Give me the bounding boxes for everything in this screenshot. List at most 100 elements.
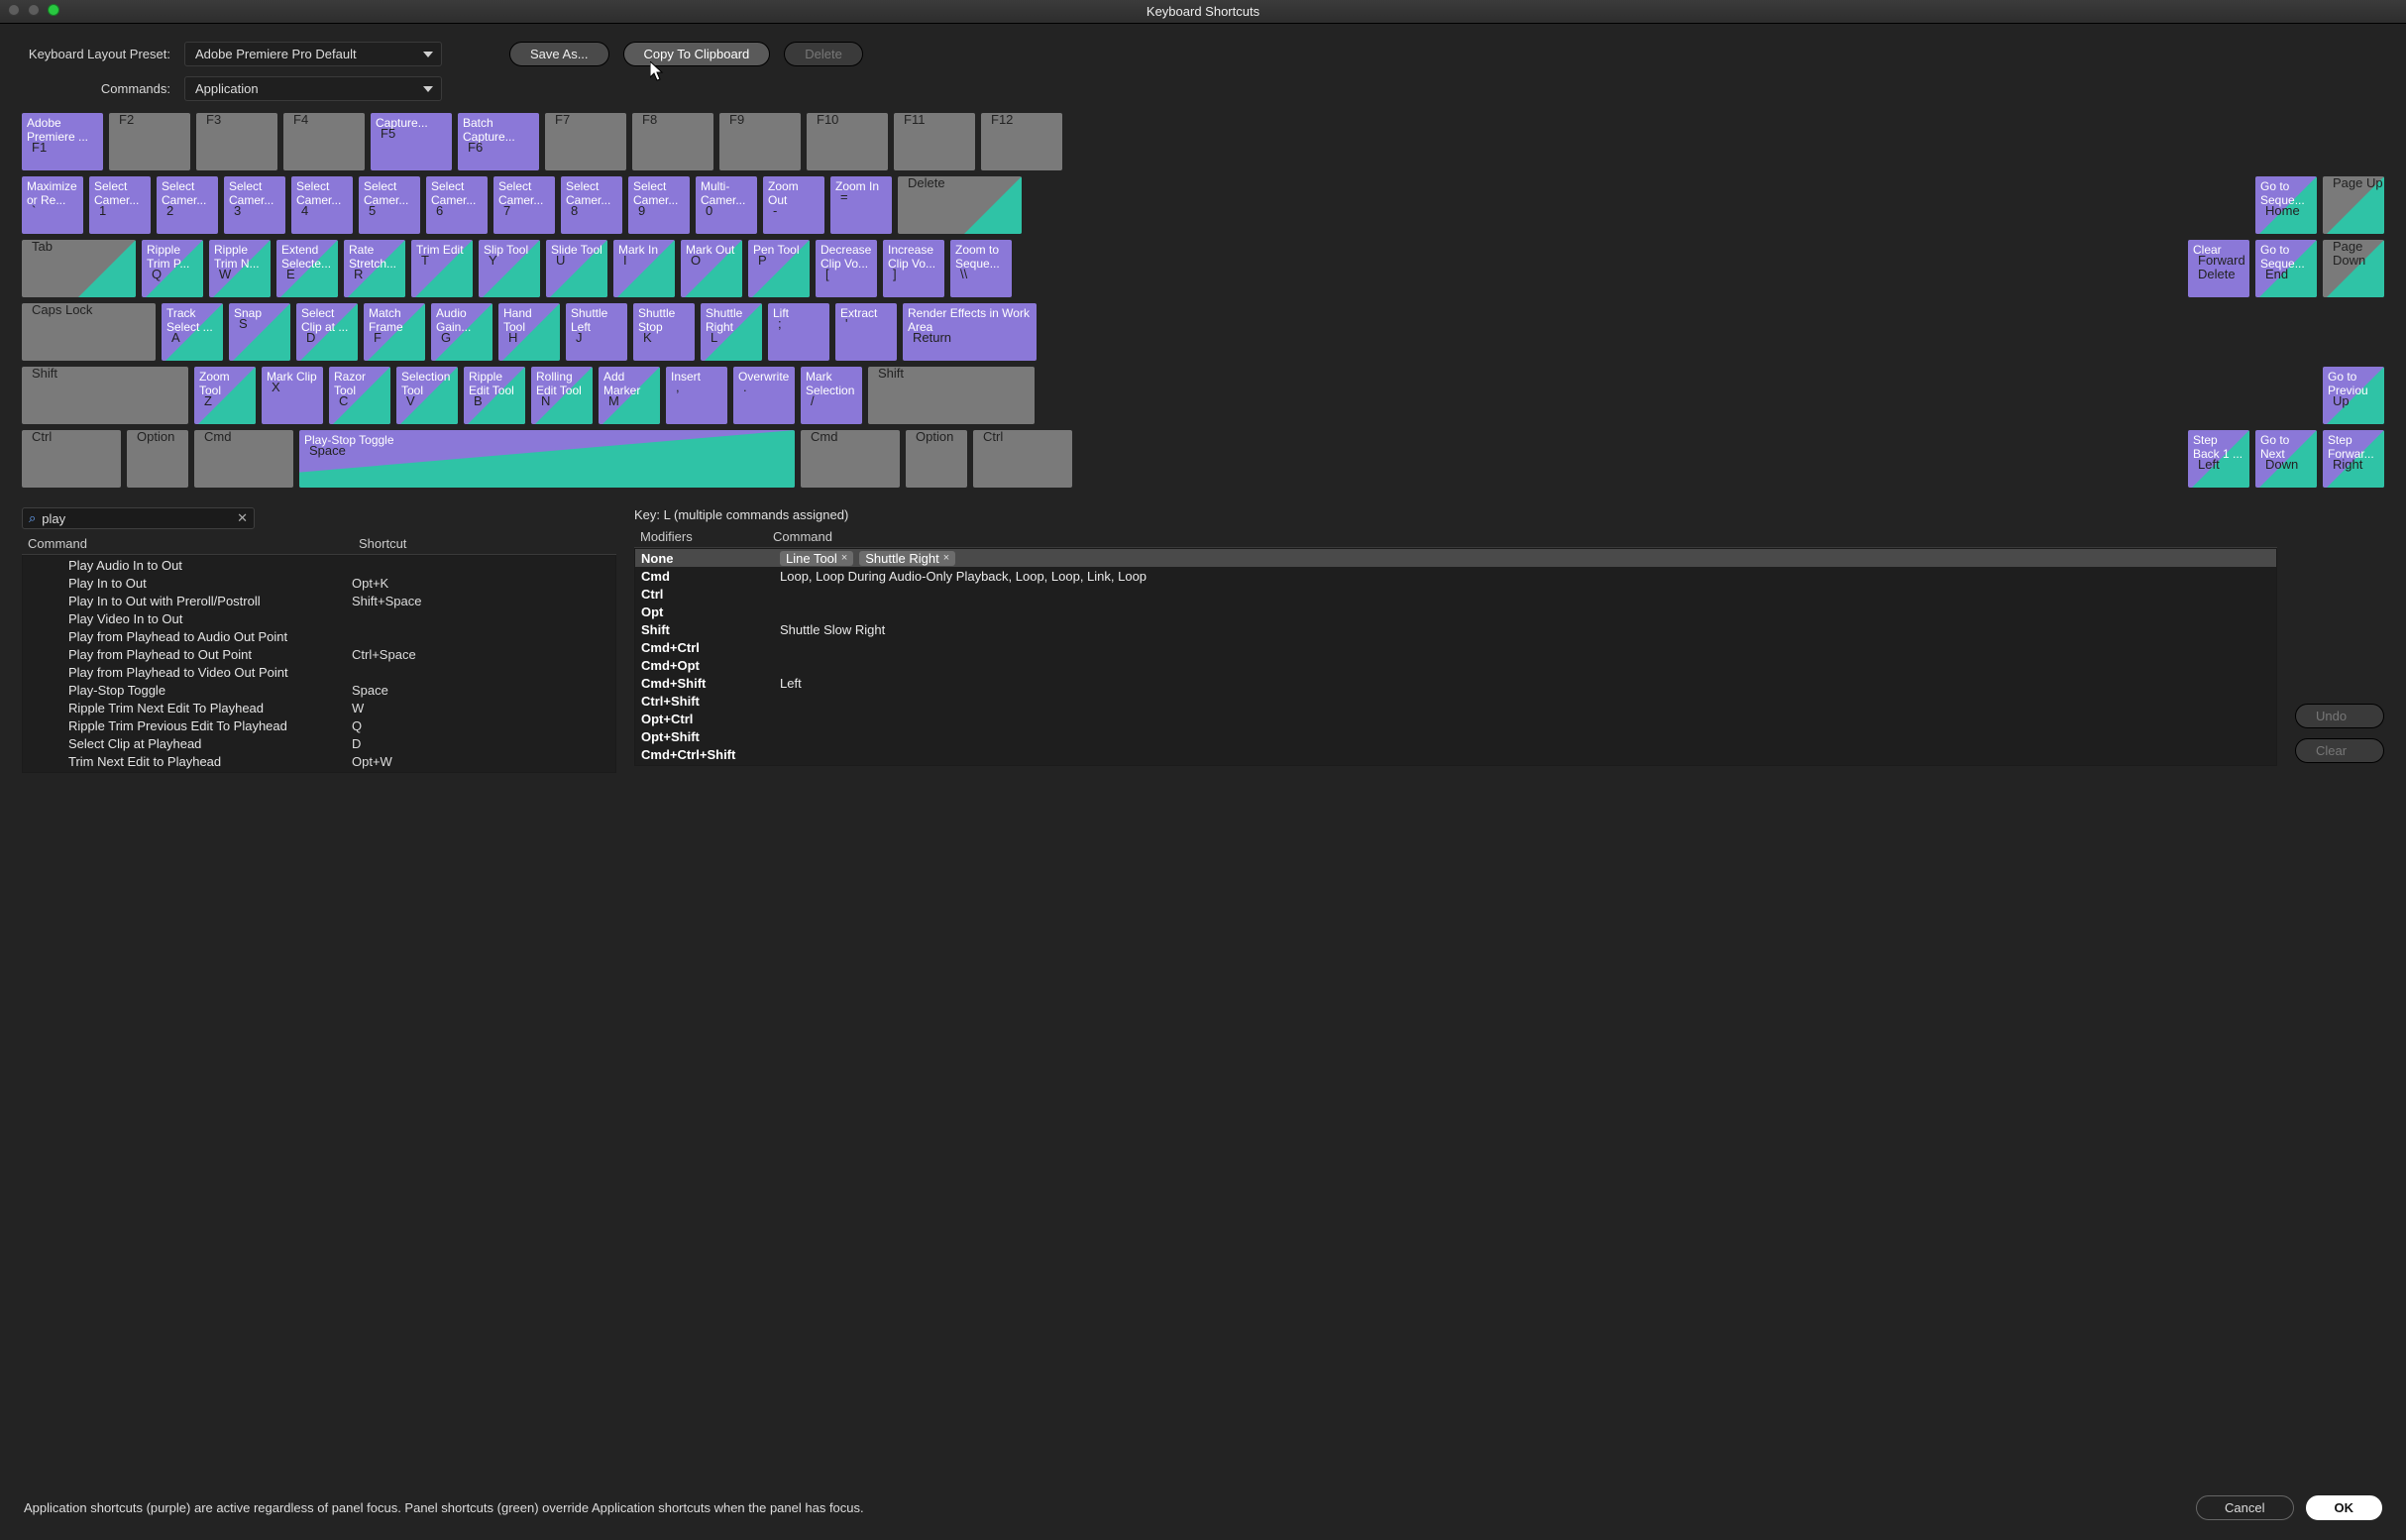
key--[interactable]: Increase Clip Vo...] [883, 240, 944, 297]
key-7[interactable]: Select Camer...7 [493, 176, 555, 234]
key-space[interactable]: Play-Stop ToggleSpace [299, 430, 795, 488]
key-z[interactable]: Zoom ToolZ [194, 367, 256, 424]
key-[interactable]: ClearForward Delete [2188, 240, 2249, 297]
key-cmd[interactable]: Cmd [194, 430, 293, 488]
key-shift[interactable]: Shift [22, 367, 188, 424]
command-row[interactable]: Ripple Trim Previous Edit To PlayheadQ [23, 716, 615, 734]
key-t[interactable]: Trim EditT [411, 240, 473, 297]
modifier-row[interactable]: Cmd+Opt [635, 656, 2276, 674]
key-b[interactable]: Ripple Edit ToolB [464, 367, 525, 424]
copy-clipboard-button[interactable]: Copy To Clipboard [623, 42, 771, 66]
key-5[interactable]: Select Camer...5 [359, 176, 420, 234]
preset-dropdown[interactable]: Adobe Premiere Pro Default [184, 42, 442, 66]
key-a[interactable]: Track Select ...A [162, 303, 223, 361]
key-y[interactable]: Slip ToolY [479, 240, 540, 297]
key-f2[interactable]: F2 [109, 113, 190, 170]
key-o[interactable]: Mark OutO [681, 240, 742, 297]
key--[interactable]: Zoom to Seque...\\ [950, 240, 1012, 297]
key-home[interactable]: Go to Seque...Home [2255, 176, 2317, 234]
key-down[interactable]: Go to NextDown [2255, 430, 2317, 488]
key-e[interactable]: Extend Selecte...E [276, 240, 338, 297]
key-f10[interactable]: F10 [807, 113, 888, 170]
close-icon[interactable] [8, 4, 20, 16]
key-2[interactable]: Select Camer...2 [157, 176, 218, 234]
minimize-icon[interactable] [28, 4, 40, 16]
key-tab[interactable]: Tab [22, 240, 136, 297]
key-p[interactable]: Pen ToolP [748, 240, 810, 297]
key-i[interactable]: Mark InI [613, 240, 675, 297]
key-g[interactable]: Audio Gain...G [431, 303, 492, 361]
key-f1[interactable]: Adobe Premiere ...F1 [22, 113, 103, 170]
key-n[interactable]: Rolling Edit ToolN [531, 367, 593, 424]
key-shift[interactable]: Shift [868, 367, 1035, 424]
modifier-row[interactable]: Opt [635, 603, 2276, 620]
modifier-row[interactable]: Opt+Shift [635, 727, 2276, 745]
key-d[interactable]: Select Clip at ...D [296, 303, 358, 361]
key-f4[interactable]: F4 [283, 113, 365, 170]
key-f9[interactable]: F9 [719, 113, 801, 170]
undo-button[interactable]: Undo [2295, 704, 2384, 728]
key-l[interactable]: Shuttle RightL [701, 303, 762, 361]
key-page-down[interactable]: Page Down [2323, 240, 2384, 297]
key-h[interactable]: Hand ToolH [498, 303, 560, 361]
key-page-up[interactable]: Page Up [2323, 176, 2384, 234]
key-6[interactable]: Select Camer...6 [426, 176, 488, 234]
command-row[interactable]: Play from Playhead to Video Out Point [23, 663, 615, 681]
key-r[interactable]: Rate Stretch...R [344, 240, 405, 297]
key-j[interactable]: Shuttle LeftJ [566, 303, 627, 361]
command-row[interactable]: Play-Stop ToggleSpace [23, 681, 615, 699]
modifier-row[interactable]: Cmd+ShiftLeft [635, 674, 2276, 692]
key-v[interactable]: Selection ToolV [396, 367, 458, 424]
command-row[interactable]: Play In to Out with Preroll/PostrollShif… [23, 592, 615, 609]
key-f6[interactable]: Batch Capture...F6 [458, 113, 539, 170]
key-ctrl[interactable]: Ctrl [22, 430, 121, 488]
key--[interactable]: Insert, [666, 367, 727, 424]
key--[interactable]: Zoom In= [830, 176, 892, 234]
key--[interactable]: Mark Selection/ [801, 367, 862, 424]
key-w[interactable]: Ripple Trim N...W [209, 240, 271, 297]
key--[interactable]: Zoom Out- [763, 176, 824, 234]
key-right[interactable]: Step Forwar...Right [2323, 430, 2384, 488]
key-3[interactable]: Select Camer...3 [224, 176, 285, 234]
search-input-wrap[interactable]: ⌕ ✕ [22, 507, 255, 529]
key-m[interactable]: Add MarkerM [599, 367, 660, 424]
key-1[interactable]: Select Camer...1 [89, 176, 151, 234]
key-9[interactable]: Select Camer...9 [628, 176, 690, 234]
key-option[interactable]: Option [127, 430, 188, 488]
command-row[interactable]: Ripple Trim Next Edit To PlayheadW [23, 699, 615, 716]
modifier-row[interactable]: CmdLoop, Loop During Audio-Only Playback… [635, 567, 2276, 585]
assignment-chip[interactable]: Line Tool× [780, 551, 853, 566]
key-end[interactable]: Go to Seque...End [2255, 240, 2317, 297]
key-f12[interactable]: F12 [981, 113, 1062, 170]
key-f[interactable]: Match FrameF [364, 303, 425, 361]
command-row[interactable]: Play Audio In to Out [23, 556, 615, 574]
command-row[interactable]: Play from Playhead to Audio Out Point [23, 627, 615, 645]
commands-dropdown[interactable]: Application [184, 76, 442, 101]
key-f7[interactable]: F7 [545, 113, 626, 170]
modifier-row[interactable]: Cmd+Ctrl [635, 638, 2276, 656]
remove-chip-icon[interactable]: × [841, 552, 847, 564]
search-input[interactable] [40, 510, 237, 527]
key-c[interactable]: Razor ToolC [329, 367, 390, 424]
key-f8[interactable]: F8 [632, 113, 713, 170]
key--[interactable]: Maximize or Re...` [22, 176, 83, 234]
clear-button[interactable]: Clear [2295, 738, 2384, 763]
key-0[interactable]: Multi-Camer...0 [696, 176, 757, 234]
key-q[interactable]: Ripple Trim P...Q [142, 240, 203, 297]
key-s[interactable]: SnapS [229, 303, 290, 361]
assignment-chip[interactable]: Shuttle Right× [859, 551, 955, 566]
key--[interactable]: Decrease Clip Vo...[ [816, 240, 877, 297]
key-x[interactable]: Mark ClipX [262, 367, 323, 424]
zoom-icon[interactable] [48, 4, 59, 16]
modifier-row[interactable]: ShiftShuttle Slow Right [635, 620, 2276, 638]
command-row[interactable]: Trim Next Edit to PlayheadOpt+W [23, 752, 615, 770]
key--[interactable]: Extract' [835, 303, 897, 361]
key-ctrl[interactable]: Ctrl [973, 430, 1072, 488]
save-as-button[interactable]: Save As... [509, 42, 609, 66]
key-8[interactable]: Select Camer...8 [561, 176, 622, 234]
modifier-row[interactable]: NoneLine Tool×Shuttle Right× [635, 549, 2276, 567]
cancel-button[interactable]: Cancel [2196, 1495, 2293, 1520]
key-delete[interactable]: Delete [898, 176, 1022, 234]
key-u[interactable]: Slide ToolU [546, 240, 607, 297]
command-list[interactable]: Play Audio In to OutPlay In to OutOpt+KP… [22, 555, 616, 773]
